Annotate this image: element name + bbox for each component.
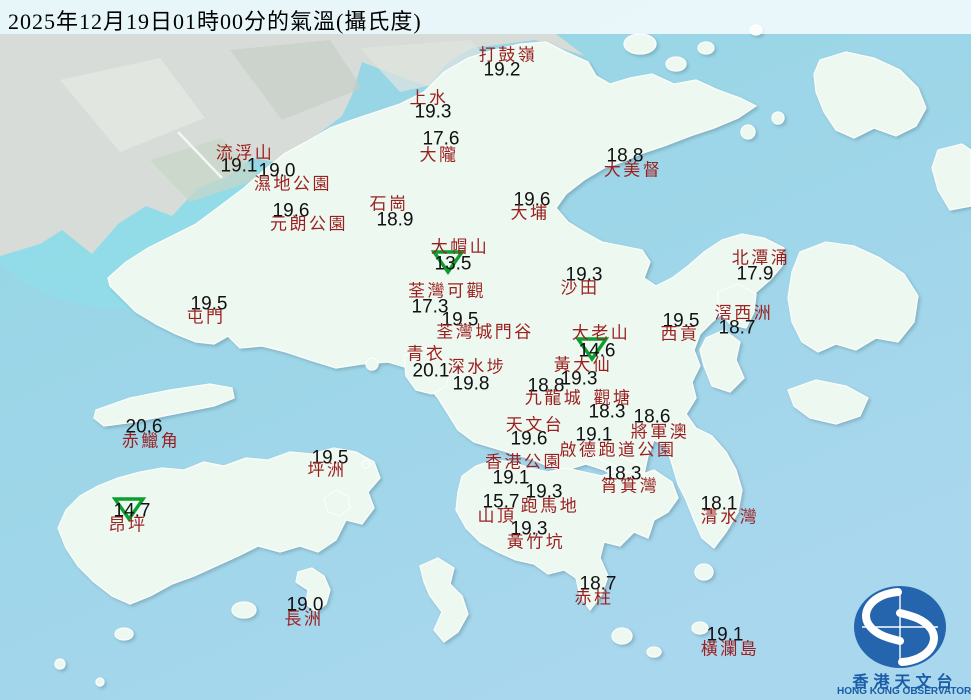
station-name: 大帽山 (430, 237, 490, 257)
station-name: 清水灣 (700, 507, 760, 527)
station-name: 打鼓嶺 (478, 45, 538, 65)
station-temp: 13.5 (434, 253, 472, 275)
station-name: 赤鱲角 (121, 431, 181, 451)
station-name: 荃灣城門谷 (436, 322, 534, 342)
station-name: 荃灣可觀 (408, 281, 486, 301)
station-name: 跑馬地 (520, 496, 580, 516)
station-name: 大老山 (571, 323, 631, 343)
station-name: 流浮山 (215, 143, 275, 163)
station-name: 昂坪 (108, 515, 148, 535)
station-name: 黃大仙 (553, 355, 613, 375)
station-name: 深水埗 (447, 357, 507, 377)
station-name: 橫瀾島 (700, 639, 760, 659)
logo-name-en: HONG KONG OBSERVATORY (837, 686, 971, 697)
station-name: 石崗 (369, 194, 409, 214)
station-name: 上水 (409, 88, 449, 108)
station-name: 啟德跑道公園 (559, 440, 677, 460)
station-name: 赤柱 (574, 588, 614, 608)
station-name: 濕地公園 (254, 174, 332, 194)
station-name: 北潭涌 (731, 248, 791, 268)
station-name: 坪洲 (307, 460, 347, 480)
station-temp: 20.1 (412, 360, 450, 382)
station-name: 黃竹坑 (506, 532, 566, 552)
hko-logo: 香港天文台 HONG KONG OBSERVATORY (837, 580, 971, 698)
station-name: 西貢 (660, 324, 700, 344)
station-temp: 19.8 (452, 373, 490, 395)
station-label-layer: 19.2 打鼓嶺 19.3 上水 17.6 大隴 19.1 流浮山 19.0 濕地公園 19.6 元朗… (0, 0, 971, 700)
station-name: 將軍澳 (630, 422, 690, 442)
station-name: 滘西洲 (714, 303, 774, 323)
station-name: 九龍城 (524, 388, 584, 408)
station-name: 沙田 (560, 278, 600, 298)
station-name: 天文台 (505, 415, 565, 435)
temperature-map-app: 19.2 打鼓嶺 19.3 上水 17.6 大隴 19.1 流浮山 19.0 濕地公園 19.6 元朗… (0, 0, 971, 700)
station-name: 香港公園 (485, 452, 563, 472)
station-name: 大埔 (510, 203, 550, 223)
station-name: 元朗公園 (270, 214, 348, 234)
station-name: 觀塘 (593, 388, 633, 408)
station-name: 長洲 (284, 609, 324, 629)
station-name: 筲箕灣 (600, 476, 660, 496)
station-name: 青衣 (406, 344, 446, 364)
station-name: 大隴 (419, 145, 459, 165)
station-name: 大美督 (603, 160, 663, 180)
station-name: 屯門 (186, 307, 226, 327)
page-title: 2025年12月19日01時00分的氣溫(攝氏度) (8, 9, 422, 34)
